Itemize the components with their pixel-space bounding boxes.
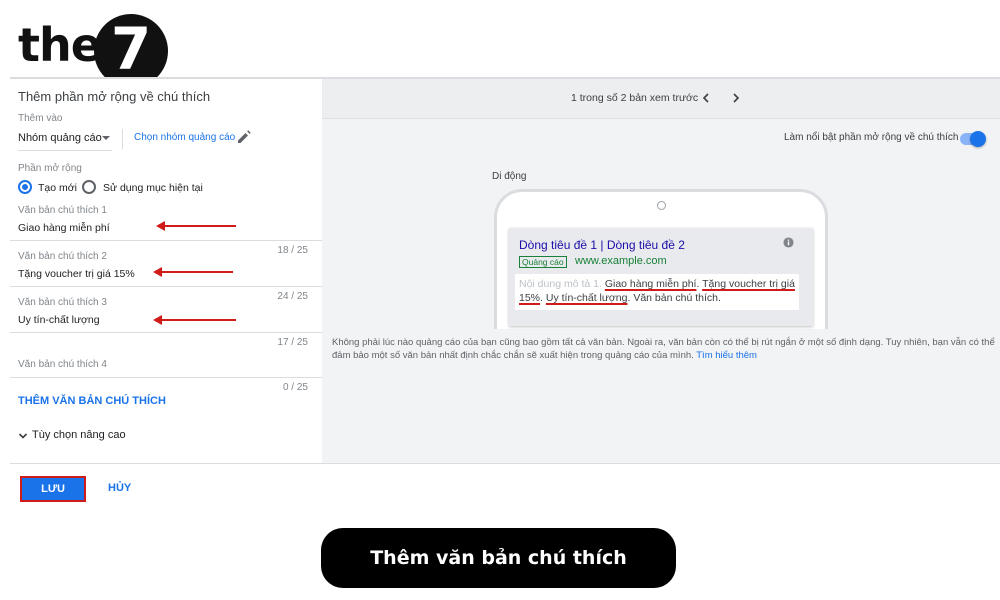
ad-callout-3: Uy tín-chất lượng	[545, 292, 628, 304]
ad-separator: .	[696, 278, 700, 290]
field-divider	[10, 240, 322, 241]
callout-field-2[interactable]: Văn bản chú thích 2 Tặng voucher trị giá…	[10, 245, 260, 287]
choose-ad-group-link[interactable]: Chọn nhóm quảng cáo	[134, 132, 235, 143]
vertical-divider	[122, 129, 123, 149]
callout-field-1[interactable]: Văn bản chú thích 1 Giao hàng miễn phí	[10, 199, 322, 241]
ad-callout-4: Văn bản chú thích	[633, 292, 718, 304]
highlight-toggle[interactable]	[958, 131, 988, 147]
callout-value-3: Uy tín-chất lượng	[18, 314, 100, 326]
preview-pager-bar: 1 trong số 2 bản xem trước	[322, 79, 1000, 119]
add-callout-link[interactable]: THÊM VĂN BẢN CHÚ THÍCH	[18, 395, 166, 407]
ad-url: www.example.com	[575, 255, 667, 267]
ad-preview-card: Dòng tiêu đề 1 | Dòng tiêu đề 2 Quảng cá…	[509, 228, 813, 326]
logo-text: the	[18, 18, 102, 72]
ad-end: .	[717, 292, 721, 304]
save-button[interactable]: LƯU	[20, 476, 86, 502]
callout-counter-2: 24 / 25	[277, 291, 308, 302]
caption-banner: Thêm văn bản chú thích	[321, 528, 676, 588]
chevron-right-icon[interactable]	[730, 92, 742, 104]
chevron-left-icon[interactable]	[700, 92, 712, 104]
callout-field-4[interactable]: Văn bản chú thích 4	[10, 351, 260, 377]
ad-description: Nội dung mô tả 1. Giao hàng miễn phí. Tặ…	[515, 274, 799, 310]
extension-label: Phần mở rộng	[18, 163, 82, 174]
the7-logo: the 7	[18, 14, 178, 88]
radio-create-new-label: Tạo mới	[38, 182, 77, 194]
annotation-arrow-2	[153, 267, 233, 277]
callout-field-3[interactable]: Văn bản chú thích 3 Uy tín-chất lượng	[10, 291, 260, 333]
chevron-down-icon	[18, 433, 28, 439]
add-to-value: Nhóm quảng cáo	[18, 132, 102, 144]
field-divider	[10, 332, 322, 333]
preview-panel: 1 trong số 2 bản xem trước Làm nổi bật p…	[322, 79, 1000, 463]
add-to-select[interactable]: Nhóm quảng cáo	[18, 129, 112, 151]
callout-counter-3: 17 / 25	[277, 337, 308, 348]
radio-use-existing-label: Sử dụng mục hiện tại	[103, 182, 203, 194]
callout-value-1: Giao hàng miễn phí	[18, 222, 110, 234]
pager-text: 1 trong số 2 bản xem trước	[571, 92, 699, 104]
callout-label-2: Văn bản chú thích 2	[18, 251, 107, 262]
field-divider	[10, 377, 322, 378]
radio-use-existing[interactable]	[82, 180, 96, 194]
disclaimer-body: Không phải lúc nào quảng cáo của bạn cũn…	[332, 337, 995, 361]
field-divider	[10, 286, 322, 287]
dropdown-caret-icon	[102, 136, 110, 140]
actions-divider	[10, 463, 1000, 464]
callout-counter-4: 0 / 25	[282, 382, 308, 393]
callout-label-1: Văn bản chú thích 1	[18, 205, 107, 216]
info-icon[interactable]	[783, 237, 794, 248]
ad-separator: .	[540, 292, 543, 304]
advanced-options-toggle[interactable]: Tùy chọn nâng cao	[18, 429, 158, 445]
disclaimer-text: Không phải lúc nào quảng cáo của bạn cũn…	[332, 336, 996, 362]
callout-counter-1: 18 / 25	[277, 245, 308, 256]
callout-label-4: Văn bản chú thích 4	[18, 359, 107, 370]
highlight-toggle-label: Làm nổi bật phần mở rộng về chú thích	[784, 132, 959, 143]
advanced-options-label: Tùy chọn nâng cao	[32, 429, 126, 441]
panel-title: Thêm phần mở rộng về chú thích	[18, 89, 211, 104]
device-label: Di động	[492, 171, 527, 182]
learn-more-link[interactable]: Tìm hiểu thêm	[696, 350, 757, 361]
callout-value-2: Tặng voucher trị giá 15%	[18, 268, 135, 280]
mobile-phone-frame: Dòng tiêu đề 1 | Dòng tiêu đề 2 Quảng cá…	[494, 189, 828, 329]
phone-camera	[657, 201, 666, 210]
radio-create-new[interactable]	[18, 180, 32, 194]
ad-callout-1: Giao hàng miễn phí	[604, 278, 697, 290]
callout-label-3: Văn bản chú thích 3	[18, 297, 107, 308]
logo-number: 7	[110, 15, 152, 83]
cancel-button[interactable]: HỦY	[108, 482, 131, 494]
annotation-arrow-1	[156, 221, 236, 231]
ad-desc-prefix: Nội dung mô tả 1.	[519, 278, 602, 290]
ad-separator: .	[627, 292, 631, 304]
annotation-arrow-3	[153, 315, 236, 325]
pencil-icon[interactable]	[236, 129, 252, 145]
add-to-label: Thêm vào	[18, 113, 63, 124]
ad-badge: Quảng cáo	[519, 256, 567, 268]
ad-headline: Dòng tiêu đề 1 | Dòng tiêu đề 2	[519, 238, 685, 252]
